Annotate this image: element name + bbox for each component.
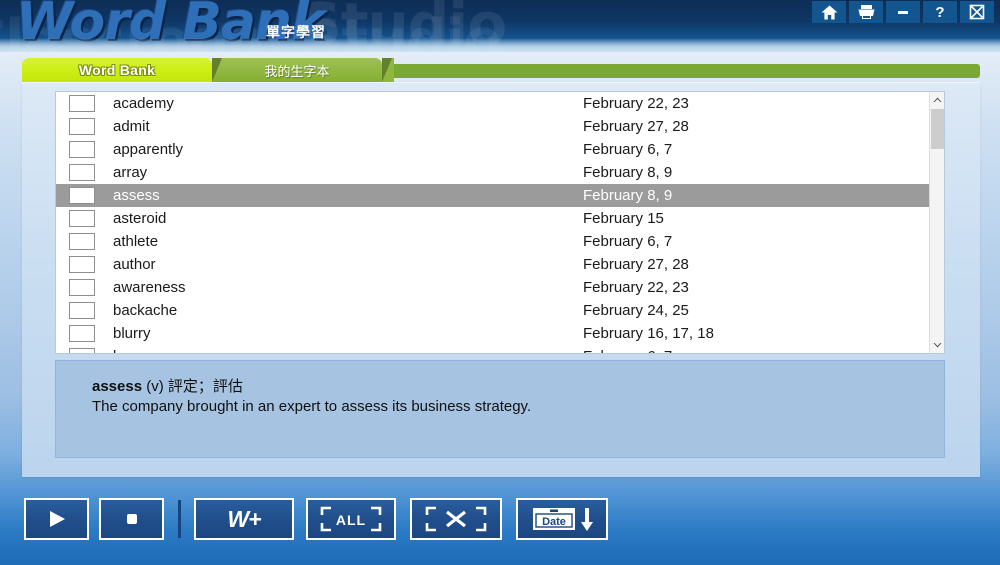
- bottom-toolbar: W+ ALL Date: [0, 486, 1000, 565]
- row-date: February 6, 7: [583, 141, 673, 158]
- row-date: February 22, 23: [583, 95, 689, 112]
- row-date: February 8, 9: [583, 164, 673, 181]
- stop-button[interactable]: [99, 498, 164, 540]
- row-word: array: [113, 164, 148, 181]
- shuffle-button[interactable]: [410, 498, 502, 540]
- row-checkbox[interactable]: [69, 256, 95, 273]
- row-word: blurry: [113, 325, 151, 342]
- play-icon: [49, 511, 65, 527]
- row-checkbox[interactable]: [69, 164, 95, 181]
- tab-word-bank-label: Word Bank: [78, 62, 156, 78]
- close-icon[interactable]: [960, 1, 994, 23]
- definition-example: The company brought in an expert to asse…: [92, 398, 532, 415]
- word-list-rows: academy February 22, 23 admit February 2…: [56, 92, 930, 353]
- definition-chinese: 評定；評估: [167, 378, 243, 395]
- row-date: February 27, 28: [583, 118, 689, 135]
- row-date: February 24, 25: [583, 302, 689, 319]
- table-row[interactable]: asteroid February 15: [56, 207, 930, 230]
- word-bank-window: Classroom Studio Studio Word Bank 單字學習 ?: [0, 0, 1000, 565]
- banner-fade: [0, 38, 1000, 52]
- table-row[interactable]: blurry February 16, 17, 18: [56, 322, 930, 345]
- row-checkbox[interactable]: [69, 233, 95, 250]
- svg-text:ALL: ALL: [336, 512, 366, 528]
- stop-icon: [126, 514, 137, 524]
- print-icon[interactable]: [849, 1, 883, 23]
- row-checkbox[interactable]: [69, 210, 95, 227]
- row-date: February 15: [583, 210, 664, 227]
- row-word: assess: [113, 187, 160, 204]
- tab-my-wordbook[interactable]: 我的生字本: [212, 58, 382, 82]
- window-controls: ?: [812, 1, 994, 23]
- row-checkbox[interactable]: [69, 279, 95, 296]
- svg-text:Date: Date: [542, 516, 566, 528]
- table-row[interactable]: author February 27, 28: [56, 253, 930, 276]
- row-date: February 6, 7: [583, 233, 673, 250]
- scrollbar-thumb[interactable]: [931, 109, 944, 149]
- row-checkbox[interactable]: [69, 118, 95, 135]
- play-button[interactable]: [24, 498, 89, 540]
- table-row[interactable]: bonus February 6, 7: [56, 345, 930, 353]
- row-word: asteroid: [113, 210, 167, 227]
- minimize-icon[interactable]: [886, 1, 920, 23]
- row-word: academy: [113, 95, 174, 112]
- add-word-button[interactable]: W+: [194, 498, 294, 540]
- definition-headline: assess (v) 評定；評估: [92, 375, 243, 396]
- row-date: February 6, 7: [583, 348, 672, 353]
- table-row[interactable]: academy February 22, 23: [56, 92, 930, 115]
- definition-pos: (v): [146, 378, 164, 395]
- tab-my-wordbook-label: 我的生字本: [264, 63, 330, 79]
- row-word: admit: [113, 118, 150, 135]
- tab-word-bank[interactable]: Word Bank: [22, 58, 212, 82]
- table-row[interactable]: array February 8, 9: [56, 161, 930, 184]
- help-label: ?: [935, 3, 945, 21]
- shuffle-bracket-icon: [425, 506, 487, 532]
- row-word: bonus: [113, 348, 583, 353]
- row-date: February 8, 9: [583, 187, 673, 204]
- row-date: February 27, 28: [583, 256, 689, 273]
- row-checkbox[interactable]: [69, 302, 95, 319]
- row-word: athlete: [113, 233, 159, 250]
- row-date: February 16, 17, 18: [583, 325, 714, 342]
- table-row-selected[interactable]: assess February 8, 9: [56, 184, 930, 207]
- word-list-scrollbar[interactable]: [929, 92, 944, 353]
- all-bracket-icon: ALL: [320, 506, 382, 532]
- row-checkbox[interactable]: [69, 325, 95, 342]
- row-word: backache: [113, 302, 178, 319]
- row-date: February 22, 23: [583, 279, 689, 296]
- row-checkbox[interactable]: [69, 95, 95, 112]
- home-icon[interactable]: [812, 1, 846, 23]
- tab-notch: [382, 58, 394, 82]
- table-row[interactable]: admit February 27, 28: [56, 115, 930, 138]
- scroll-up-icon[interactable]: [930, 92, 944, 108]
- select-all-button[interactable]: ALL: [306, 498, 396, 540]
- scroll-down-icon[interactable]: [930, 337, 944, 353]
- row-word: awareness: [113, 279, 186, 296]
- definition-panel: assess (v) 評定；評估 The company brought in …: [55, 360, 945, 458]
- row-word: author: [113, 256, 156, 273]
- row-checkbox[interactable]: [69, 348, 95, 353]
- row-word: apparently: [113, 141, 184, 158]
- table-row[interactable]: backache February 24, 25: [56, 299, 930, 322]
- date-sort-icon: Date: [533, 508, 593, 531]
- help-icon[interactable]: ?: [923, 1, 957, 23]
- word-list[interactable]: academy February 22, 23 admit February 2…: [55, 91, 945, 354]
- table-row[interactable]: awareness February 22, 23: [56, 276, 930, 299]
- table-row[interactable]: apparently February 6, 7: [56, 138, 930, 161]
- table-row[interactable]: athlete February 6, 7: [56, 230, 930, 253]
- toolbar-divider: [178, 500, 181, 538]
- row-checkbox[interactable]: [69, 141, 95, 158]
- definition-headword: assess: [92, 378, 143, 395]
- sort-by-date-button[interactable]: Date: [516, 498, 608, 540]
- add-word-label: W+: [227, 505, 261, 532]
- row-checkbox[interactable]: [69, 187, 95, 204]
